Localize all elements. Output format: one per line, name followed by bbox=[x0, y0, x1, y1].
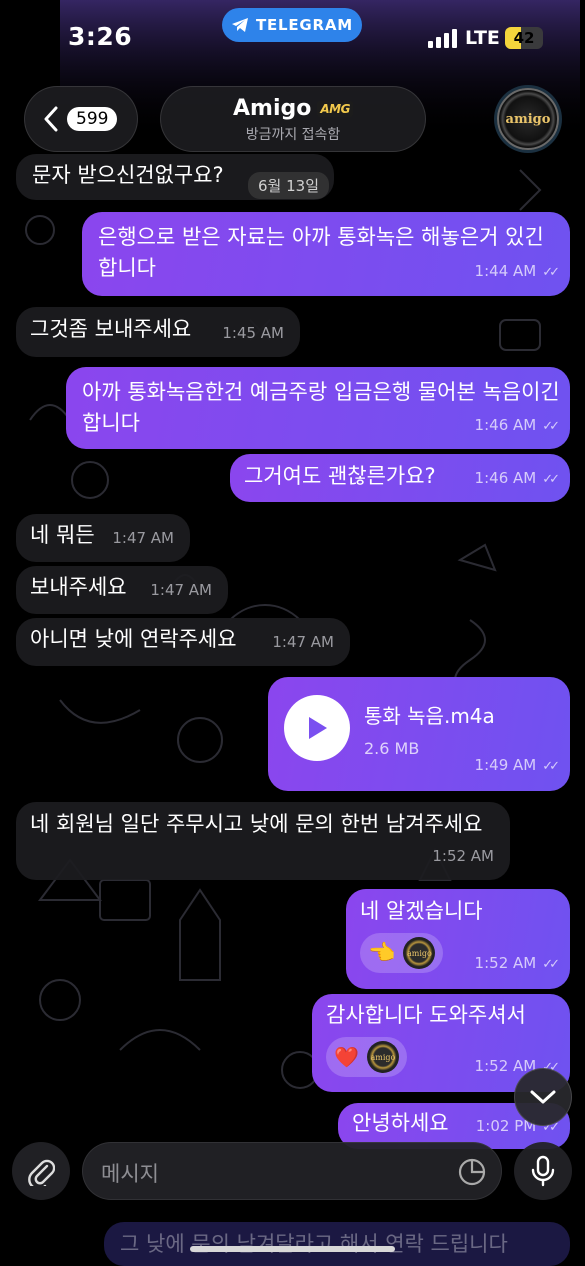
read-ticks-icon: ✓✓ bbox=[542, 759, 560, 774]
message-outgoing[interactable]: 은행으로 받은 자료는 아까 통화녹은 해놓은거 있긴 합니다 1:44 AM ✓… bbox=[82, 212, 570, 296]
message-text: 문자 받으신건없구요? bbox=[32, 163, 224, 187]
message-time: 1:47 AM bbox=[150, 581, 212, 599]
message-time: 1:44 AM bbox=[474, 262, 537, 280]
message-text: 감사합니다 도와주셔서 bbox=[326, 1003, 526, 1027]
message-text: 그거여도 괜찮른가요? bbox=[244, 464, 436, 488]
read-ticks-icon: ✓✓ bbox=[542, 265, 560, 280]
message-incoming[interactable]: 아니면 낮에 연락주세요 1:47 AM bbox=[16, 618, 350, 666]
file-size: 2.6 MB bbox=[364, 739, 420, 758]
unread-count-badge: 599 bbox=[67, 107, 118, 131]
composer-bar: 메시지 bbox=[0, 1142, 585, 1204]
signal-icon bbox=[428, 28, 457, 48]
message-text: 안녕하세요 bbox=[352, 1111, 449, 1135]
message-text: 네 알겠습니다 bbox=[360, 899, 483, 923]
amigo-sticker-icon: amigo bbox=[403, 937, 436, 969]
pointing-hand-icon: 👈 bbox=[368, 940, 396, 966]
message-text: 네 회원님 일단 주무시고 낮에 문의 한번 남겨주세요 bbox=[30, 812, 483, 836]
play-icon bbox=[309, 717, 327, 739]
message-outgoing[interactable]: 네 알겠습니다 👈 amigo 1:52 AM ✓✓ bbox=[346, 889, 570, 989]
message-time: 1:52 AM bbox=[474, 954, 537, 972]
home-indicator bbox=[190, 1246, 395, 1252]
reaction-chip[interactable]: ❤️ amigo bbox=[326, 1037, 407, 1077]
chat-name: Amigo bbox=[233, 96, 312, 121]
message-time: 1:49 AM bbox=[474, 756, 537, 774]
message-text: 그것좀 보내주세요 bbox=[30, 317, 192, 341]
message-incoming[interactable]: 네 뭐든 1:47 AM bbox=[16, 514, 190, 562]
voice-record-button[interactable] bbox=[514, 1142, 572, 1200]
read-ticks-icon: ✓✓ bbox=[542, 957, 560, 972]
chevron-left-icon bbox=[44, 106, 58, 132]
message-outgoing[interactable]: 그거여도 괜찮른가요? 1:46 AM ✓✓ bbox=[230, 454, 570, 502]
heart-icon: ❤️ bbox=[334, 1044, 359, 1069]
telegram-pill[interactable]: TELEGRAM bbox=[222, 8, 362, 42]
chat-title-button[interactable]: Amigo AMG 방금까지 접속함 bbox=[160, 86, 426, 152]
message-input-placeholder: 메시지 bbox=[101, 1162, 159, 1186]
message-text: 보내주세요 bbox=[30, 575, 127, 599]
network-type: LTE bbox=[465, 27, 500, 49]
scroll-to-bottom-button[interactable] bbox=[514, 1068, 572, 1126]
file-name: 통화 녹음.m4a bbox=[364, 704, 495, 728]
voice-file-message[interactable]: 통화 녹음.m4a 2.6 MB 1:49 AM ✓✓ bbox=[268, 677, 570, 791]
message-time: 1:45 AM bbox=[222, 324, 284, 342]
message-incoming[interactable]: 네 회원님 일단 주무시고 낮에 문의 한번 남겨주세요 1:52 AM bbox=[16, 802, 510, 880]
chat-header: 599 Amigo AMG 방금까지 접속함 amigo bbox=[0, 82, 585, 156]
message-input[interactable]: 메시지 bbox=[82, 1142, 502, 1200]
clock: 3:26 bbox=[68, 22, 133, 51]
back-button[interactable]: 599 bbox=[24, 86, 138, 152]
read-ticks-icon: ✓✓ bbox=[542, 472, 560, 487]
avatar-logo: amigo bbox=[505, 111, 551, 127]
paperclip-icon bbox=[28, 1159, 55, 1186]
message-text: 네 뭐든 bbox=[30, 523, 95, 547]
date-chip: 6월 13일 bbox=[248, 172, 329, 199]
read-ticks-icon: ✓✓ bbox=[542, 419, 560, 434]
attach-button[interactable] bbox=[12, 1142, 70, 1200]
telegram-icon bbox=[231, 18, 248, 32]
battery-icon: 42 bbox=[505, 27, 543, 49]
message-outgoing[interactable]: 아까 통화녹음한건 예금주랑 입금은행 물어본 녹음이긴 합니다 1:46 AM… bbox=[66, 367, 570, 449]
chevron-down-icon bbox=[530, 1090, 556, 1104]
message-time: 1:47 AM bbox=[112, 529, 174, 547]
faded-preview-message: 그 낮에 문의 남겨달라고 해서 연락 드립니다 bbox=[104, 1222, 570, 1266]
avatar[interactable]: amigo bbox=[497, 88, 559, 150]
battery-level: 42 bbox=[513, 29, 535, 47]
reaction-chip[interactable]: 👈 amigo bbox=[360, 933, 444, 973]
amg-badge: AMG bbox=[317, 100, 353, 117]
play-button[interactable] bbox=[284, 695, 350, 761]
message-time: 1:52 AM bbox=[432, 847, 494, 865]
message-text: 아니면 낮에 연락주세요 bbox=[30, 627, 237, 651]
message-incoming[interactable]: 그것좀 보내주세요 1:45 AM bbox=[16, 307, 300, 357]
message-time: 1:46 AM bbox=[474, 416, 537, 434]
amigo-sticker-icon: amigo bbox=[366, 1041, 399, 1073]
sticker-icon[interactable] bbox=[457, 1157, 487, 1187]
chat-last-seen: 방금까지 접속함 bbox=[245, 127, 341, 143]
message-time: 1:46 AM bbox=[474, 469, 537, 487]
status-bar: 3:26 TELEGRAM LTE 42 bbox=[0, 0, 585, 80]
telegram-pill-label: TELEGRAM bbox=[255, 16, 354, 34]
message-time: 1:47 AM bbox=[272, 633, 334, 651]
message-incoming[interactable]: 보내주세요 1:47 AM bbox=[16, 566, 228, 614]
microphone-icon bbox=[531, 1155, 555, 1187]
